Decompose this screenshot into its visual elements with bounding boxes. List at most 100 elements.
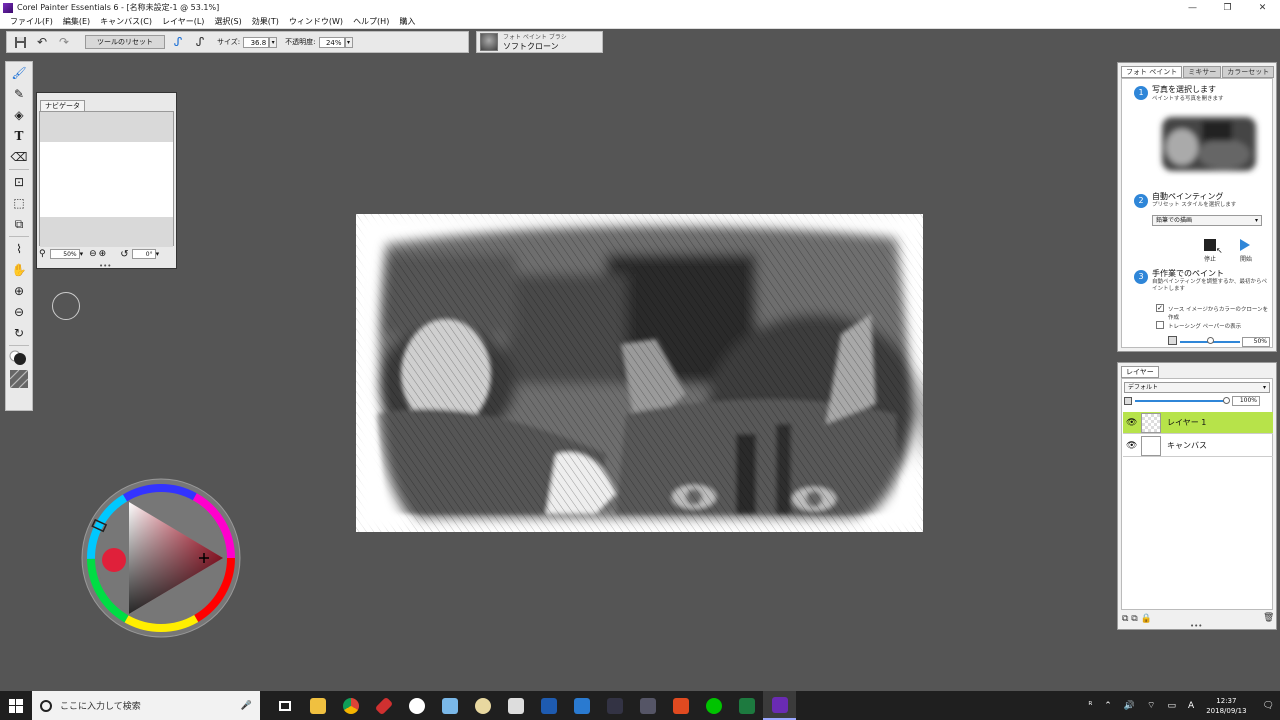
grabber-hand-icon[interactable]: ✋ (7, 260, 31, 280)
menu-window[interactable]: ウィンドウ(W) (289, 16, 343, 27)
battery-icon[interactable]: ▭ (1168, 701, 1177, 711)
size-dropdown-icon[interactable]: ▾ (269, 36, 278, 48)
zoom-out-small-icon[interactable]: ⊖ (89, 249, 97, 259)
microphone-icon[interactable]: 🎤 (241, 701, 252, 711)
crop-tool-icon[interactable]: ⊡ (7, 172, 31, 192)
menu-buy[interactable]: 購入 (399, 16, 415, 27)
chevron-up-icon[interactable]: ⌃ (1104, 701, 1112, 711)
play-button[interactable] (1240, 239, 1250, 253)
video-app-icon[interactable] (532, 691, 565, 720)
notes-app-icon[interactable] (433, 691, 466, 720)
maximize-button[interactable]: ❐ (1210, 0, 1245, 15)
panel-grip-icon[interactable]: ••• (99, 263, 111, 270)
save-icon[interactable] (11, 34, 29, 50)
tab-color-set[interactable]: カラーセット (1222, 66, 1275, 78)
navigator-preview[interactable] (39, 111, 174, 247)
clock[interactable]: 12:37 2018/09/13 (1206, 696, 1246, 716)
taskbar-search[interactable]: ここに入力して検索 🎤 (32, 691, 260, 720)
ime-indicator[interactable]: A (1188, 701, 1194, 711)
layer-actions-icon[interactable]: ⧉ ⧉ 🔒 (1122, 614, 1152, 624)
paint-app-icon[interactable] (367, 691, 400, 720)
paper-texture-icon[interactable] (7, 369, 31, 389)
excel-app-icon[interactable] (730, 691, 763, 720)
source-photo-thumbnail[interactable] (1154, 109, 1264, 179)
zoom-icon[interactable]: ⚲ (39, 249, 46, 259)
tab-photo-paint[interactable]: フォト ペイント (1121, 66, 1183, 78)
menu-canvas[interactable]: キャンバス(C) (100, 16, 152, 27)
line-app-icon[interactable] (697, 691, 730, 720)
slider-thumb[interactable] (1207, 337, 1214, 344)
zoom-dropdown-icon[interactable]: ▾ (80, 250, 84, 258)
undo-icon[interactable]: ↶ (33, 34, 51, 50)
close-button[interactable]: ✕ (1245, 0, 1280, 15)
palette-app-icon[interactable] (466, 691, 499, 720)
rotation-field[interactable]: 0° (131, 249, 156, 259)
dropper-tool-icon[interactable]: ✎ (7, 84, 31, 104)
menu-effects[interactable]: 効果(T) (252, 16, 279, 27)
color-wheel[interactable] (81, 478, 241, 638)
stroke-alt-icon[interactable]: ᔑ (191, 34, 209, 50)
reset-tool-button[interactable]: ツールのリセット (85, 35, 165, 49)
transform-tool-icon[interactable]: ⧉ (7, 214, 31, 234)
composite-method-select[interactable]: デフォルト ▾ (1124, 382, 1270, 393)
stroke-icon[interactable]: ᔑ (169, 34, 187, 50)
tracing-opacity-field[interactable]: 50% (1242, 337, 1270, 347)
layer-row[interactable]: 👁 キャンバス (1123, 435, 1273, 457)
windows-start-icon[interactable] (0, 691, 32, 720)
text-tool-icon[interactable]: T (7, 126, 31, 146)
rotate-small-icon[interactable]: ↺ (120, 249, 128, 260)
zoom-in-icon[interactable]: ⊕ (7, 281, 31, 301)
trash-icon[interactable]: 🗑 (1263, 613, 1274, 623)
opacity-field[interactable]: 24% (318, 36, 345, 48)
eye-icon[interactable]: 👁 (1126, 417, 1138, 429)
brush-selector[interactable]: フォト ペイント ブラシ ソフトクローン (476, 31, 603, 53)
tab-mixer[interactable]: ミキサー (1183, 66, 1222, 78)
tab-layers[interactable]: レイヤー (1121, 366, 1159, 378)
chrome-icon[interactable] (334, 691, 367, 720)
color-swatch-icon[interactable] (7, 348, 31, 368)
menu-edit[interactable]: 編集(E) (63, 16, 90, 27)
stop-button[interactable] (1204, 239, 1216, 251)
navigator-tab[interactable]: ナビゲータ (40, 100, 85, 111)
layer-opacity-slider[interactable] (1135, 400, 1227, 402)
rect-select-icon[interactable]: ⬚ (7, 193, 31, 213)
minimize-button[interactable]: — (1175, 0, 1210, 15)
volume-icon[interactable]: 🔊 (1124, 701, 1135, 711)
tracing-paper-checkbox[interactable] (1156, 321, 1164, 329)
menu-help[interactable]: ヘルプ(H) (353, 16, 389, 27)
file-explorer-icon[interactable] (301, 691, 334, 720)
people-icon[interactable]: ᴿ (1088, 701, 1092, 711)
layer-row[interactable]: 👁 レイヤー 1 (1123, 412, 1273, 434)
eraser-tool-icon[interactable]: ⌫ (7, 147, 31, 167)
zoom-out-icon[interactable]: ⊖ (7, 302, 31, 322)
media-app-icon[interactable] (598, 691, 631, 720)
redo-icon[interactable]: ↷ (55, 34, 73, 50)
opacity-dropdown-icon[interactable]: ▾ (344, 36, 353, 48)
screen-recorder-icon[interactable] (565, 691, 598, 720)
blend-tool-icon[interactable]: ⌇ (7, 239, 31, 259)
paint-bucket-icon[interactable]: ◈ (7, 105, 31, 125)
panel-grip-icon[interactable]: ••• (1190, 623, 1202, 630)
menu-select[interactable]: 選択(S) (214, 16, 241, 27)
rotate-page-icon[interactable]: ↻ (7, 323, 31, 343)
task-view-icon[interactable] (268, 691, 301, 720)
photo-app-icon[interactable] (631, 691, 664, 720)
word-app-icon[interactable] (400, 691, 433, 720)
maple-app-icon[interactable] (664, 691, 697, 720)
zoom-in-small-icon[interactable]: ⊕ (99, 249, 107, 259)
notification-icon[interactable]: 🗨 (1263, 701, 1274, 711)
wifi-icon[interactable]: ⌔ (1147, 700, 1155, 711)
rotation-dropdown-icon[interactable]: ▾ (156, 250, 160, 258)
painter-app-icon[interactable] (763, 691, 796, 720)
preset-select[interactable]: 鉛筆での描画 ▾ (1152, 215, 1262, 226)
slider-thumb[interactable] (1223, 397, 1230, 404)
clone-color-checkbox[interactable]: ✓ (1156, 304, 1164, 312)
calculator-icon[interactable] (499, 691, 532, 720)
size-field[interactable]: 36.8 (243, 36, 270, 48)
document-canvas[interactable] (356, 214, 923, 532)
zoom-field[interactable]: 50% (49, 249, 80, 259)
brush-tool-icon[interactable]: 🖌 (7, 63, 31, 83)
layer-opacity-field[interactable]: 100% (1232, 396, 1260, 406)
menu-layer[interactable]: レイヤー(L) (162, 16, 204, 27)
eye-icon[interactable]: 👁 (1126, 440, 1138, 452)
